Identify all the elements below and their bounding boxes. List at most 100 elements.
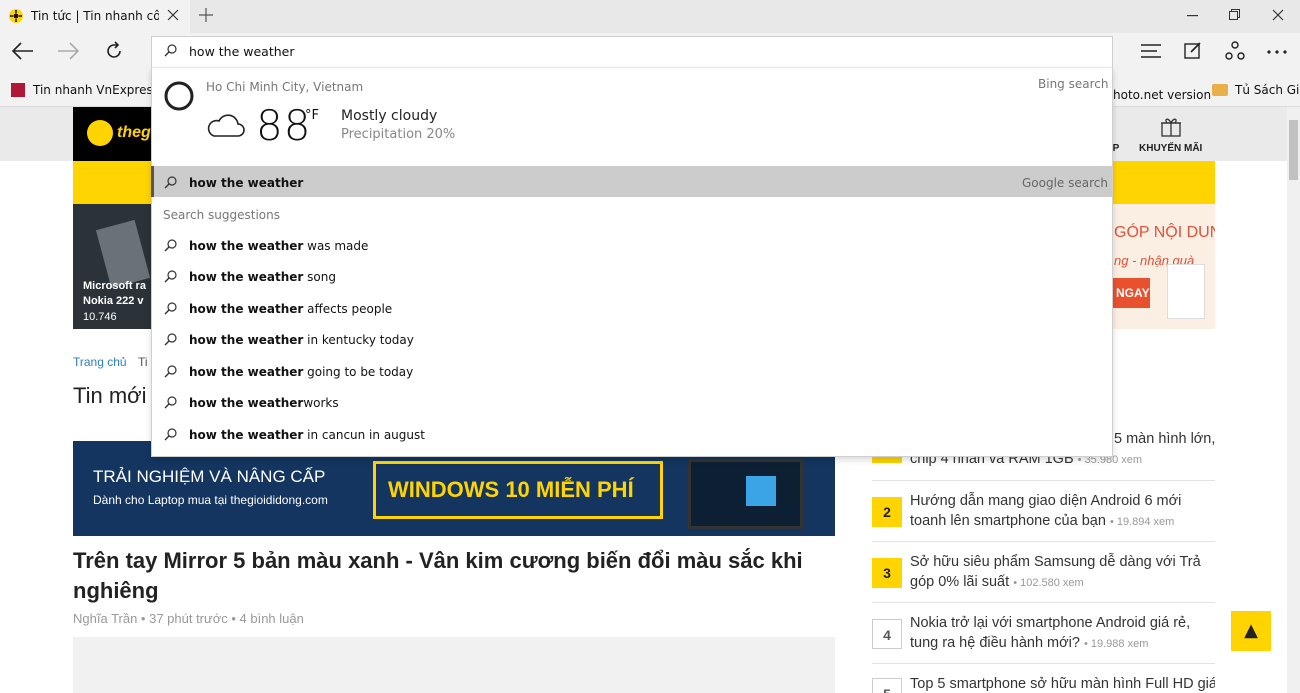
back-to-top-button[interactable]: ▲ bbox=[1231, 611, 1271, 651]
rank-badge: 4 bbox=[872, 619, 902, 649]
list-item-title: Top 5 smartphone sở hữu màn hình Full HD… bbox=[910, 676, 1215, 692]
refresh-icon[interactable] bbox=[104, 41, 124, 61]
favorite-label: Tủ Sách Giải bbox=[1235, 83, 1300, 97]
suggestion-item[interactable]: how the weather affects people bbox=[152, 294, 1112, 325]
suggestion-item[interactable]: how the weather going to be today bbox=[152, 357, 1112, 388]
search-icon bbox=[164, 302, 177, 315]
search-icon bbox=[164, 333, 177, 346]
tab-title: Tin tức | Tin nhanh công bbox=[31, 9, 159, 23]
weather-precipitation: Precipitation 20% bbox=[341, 127, 456, 142]
banner-cta-box: WINDOWS 10 MIỄN PHÍ bbox=[373, 461, 663, 519]
loading-spinner-icon bbox=[163, 80, 195, 112]
promo-paper-image bbox=[1167, 264, 1205, 319]
back-icon[interactable] bbox=[12, 42, 34, 60]
search-icon bbox=[164, 176, 177, 189]
favorite-item[interactable]: hoto.net version bbox=[1113, 84, 1211, 103]
suggestion-rest: was made bbox=[303, 239, 369, 253]
suggestion-match: how the weather bbox=[189, 239, 304, 253]
view-count: • 19.988 xem bbox=[1083, 638, 1149, 650]
banner-headline: TRẢI NGHIỆM VÀ NÂNG CẤP bbox=[93, 467, 326, 486]
banner-subline: Dành cho Laptop mua tại thegioididong.co… bbox=[93, 493, 328, 507]
promo-slide-right[interactable]: GÓP NỘI DUNG ng - nhận quà NGAY bbox=[1112, 204, 1215, 329]
site-favicon-icon bbox=[9, 9, 23, 23]
phone-image bbox=[95, 219, 151, 289]
new-tab-icon[interactable] bbox=[199, 8, 213, 22]
section-title: Tin mới bbox=[73, 383, 147, 408]
web-note-icon[interactable] bbox=[1184, 41, 1202, 59]
laptop-image bbox=[688, 459, 803, 529]
list-item[interactable]: 2 Hướng dẫn mang giao diện Android 6 mới… bbox=[872, 481, 1215, 542]
suggestion-item[interactable]: how the weatherworks bbox=[152, 388, 1112, 419]
weather-unit: °F bbox=[305, 108, 319, 123]
bing-search-label: Bing search bbox=[1038, 77, 1109, 91]
restore-icon[interactable] bbox=[1229, 9, 1240, 20]
search-icon bbox=[164, 239, 177, 252]
suggestion-item[interactable]: how the weather in cancun in august bbox=[152, 420, 1112, 451]
browser-tab[interactable]: Tin tức | Tin nhanh công bbox=[0, 0, 190, 33]
article-image[interactable] bbox=[73, 637, 835, 693]
page-scrollbar[interactable] bbox=[1287, 107, 1300, 693]
weather-temperature: 88 bbox=[256, 101, 312, 150]
suggestion-match: how the weather bbox=[189, 302, 304, 316]
suggestion-match: how the weather bbox=[189, 428, 304, 442]
breadcrumb-current[interactable]: Ti bbox=[138, 355, 148, 369]
address-input[interactable] bbox=[189, 44, 789, 59]
suggestion-rest: song bbox=[303, 270, 336, 284]
close-window-icon[interactable] bbox=[1272, 9, 1284, 21]
logo-icon bbox=[87, 120, 113, 146]
suggestion-item[interactable]: how the weather in kentucky today bbox=[152, 325, 1112, 356]
promo-button[interactable]: NGAY bbox=[1112, 278, 1150, 308]
search-icon bbox=[164, 365, 177, 378]
suggestion-rest: in kentucky today bbox=[303, 333, 414, 347]
favorite-tu-sach[interactable]: Tủ Sách Giải bbox=[1212, 83, 1300, 97]
banner-cta: WINDOWS 10 MIỄN PHÍ bbox=[388, 477, 634, 502]
top-suggestion-text: how the weather bbox=[189, 176, 304, 190]
view-count: • 19.894 xem bbox=[1109, 516, 1175, 528]
gift-icon bbox=[1160, 115, 1182, 137]
suggestion-match: how the weather bbox=[189, 396, 304, 410]
logo-text: theg bbox=[117, 124, 151, 141]
search-icon bbox=[164, 396, 177, 409]
list-item-title: 5 màn hình lớn, bbox=[1114, 431, 1216, 447]
scrollbar-thumb[interactable] bbox=[1289, 120, 1298, 180]
windows-logo-icon bbox=[746, 476, 776, 506]
article-meta: Nghĩa Trần • 37 phút trước • 4 bình luận bbox=[73, 611, 304, 626]
rank-badge: 3 bbox=[872, 558, 902, 588]
header-menu-promo[interactable]: KHUYẾN MÃI bbox=[1139, 143, 1202, 154]
list-item[interactable]: 4 Nokia trở lại với smartphone Android g… bbox=[872, 603, 1215, 664]
close-tab-icon[interactable] bbox=[167, 9, 179, 21]
suggestion-match: how the weather bbox=[189, 270, 304, 284]
suggestion-item[interactable]: how the weather song bbox=[152, 262, 1112, 293]
cloudy-weather-icon bbox=[206, 110, 246, 138]
search-icon bbox=[164, 428, 177, 441]
search-icon bbox=[164, 270, 177, 283]
minimize-icon[interactable] bbox=[1187, 15, 1198, 17]
weather-condition: Mostly cloudy bbox=[341, 108, 438, 124]
share-icon[interactable] bbox=[1225, 41, 1245, 61]
article-title[interactable]: Trên tay Mirror 5 bản màu xanh - Vân kim… bbox=[73, 546, 838, 606]
forward-icon[interactable] bbox=[57, 42, 79, 60]
promo-caption: Nokia 222 v bbox=[83, 295, 144, 307]
list-item[interactable]: 3 Sở hữu siêu phẩm Samsung dễ dàng với T… bbox=[872, 542, 1215, 603]
more-icon[interactable] bbox=[1267, 50, 1287, 54]
suggestion-match: how the weather bbox=[189, 333, 304, 347]
tab-bar bbox=[0, 0, 1300, 33]
breadcrumb-home[interactable]: Trang chủ bbox=[73, 355, 127, 369]
vnexpress-icon bbox=[11, 83, 25, 97]
suggestion-rest: in cancun in august bbox=[303, 428, 425, 442]
search-icon bbox=[164, 44, 177, 57]
promo-views: 10.746 bbox=[83, 311, 117, 323]
favorite-label: Tin nhanh VnExpress bbox=[33, 83, 159, 97]
weather-location[interactable]: Ho Chi Minh City, Vietnam bbox=[206, 80, 363, 94]
promo-caption: Microsoft ra bbox=[83, 280, 146, 292]
suggestion-rest: works bbox=[303, 396, 339, 410]
book-icon bbox=[1212, 84, 1228, 96]
suggestions-heading: Search suggestions bbox=[163, 208, 281, 222]
rank-badge: 5 bbox=[872, 678, 902, 693]
list-item[interactable]: 5 Top 5 smartphone sở hữu màn hình Full … bbox=[872, 664, 1215, 693]
suggestion-item[interactable]: how the weather was made bbox=[152, 231, 1112, 262]
promo-slide-left[interactable]: Microsoft ra Nokia 222 v 10.746 bbox=[73, 204, 153, 329]
favorite-vnexpress[interactable]: Tin nhanh VnExpress bbox=[11, 83, 159, 97]
hub-icon[interactable] bbox=[1141, 44, 1161, 58]
google-search-label: Google search bbox=[1022, 176, 1108, 190]
